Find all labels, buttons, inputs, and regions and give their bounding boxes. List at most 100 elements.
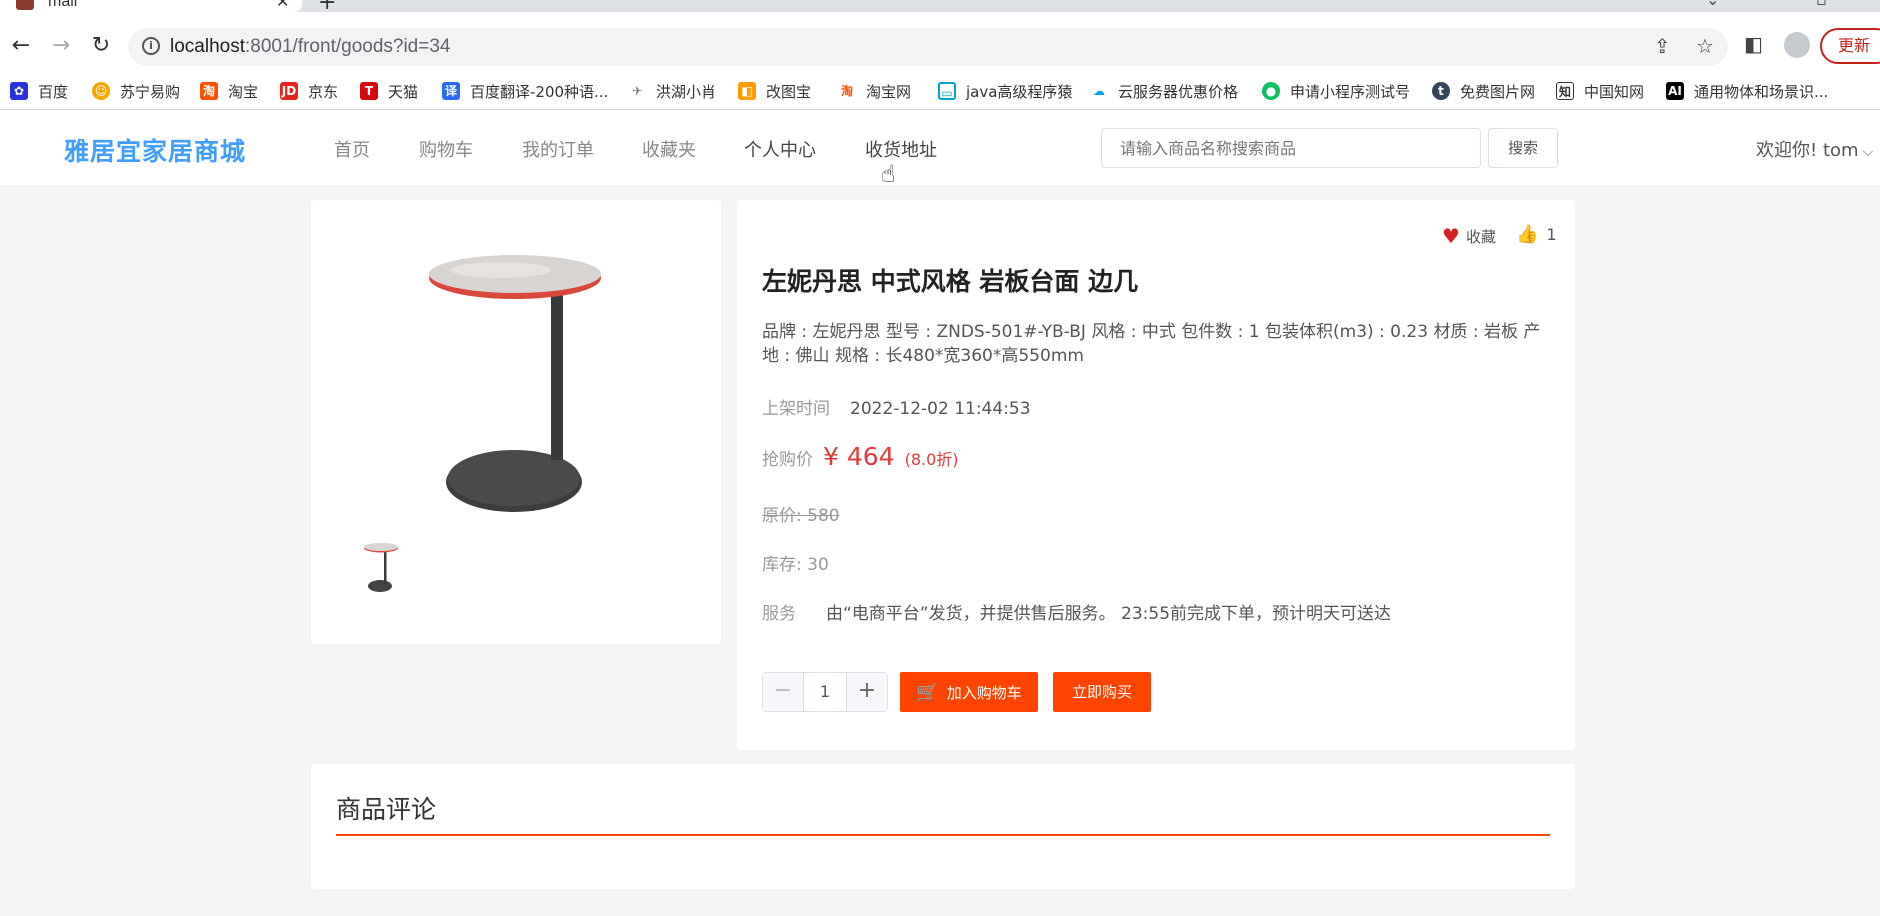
bookmark-label: 通用物体和场景识... [1694, 82, 1829, 101]
discount-badge: (8.0折) [904, 450, 959, 469]
bookmark-label: 百度 [38, 82, 69, 101]
nav-my-orders[interactable]: 我的订单 [522, 136, 594, 162]
bookmark-item[interactable]: ☺ 苏宁易购 [92, 78, 180, 104]
address-url[interactable]: localhost:8001/front/goods?id=34 [170, 36, 450, 58]
tumblr-icon: t [1432, 82, 1450, 100]
reload-icon[interactable]: ↻ [84, 28, 118, 62]
address-bar[interactable]: i localhost:8001/front/goods?id=34 ⇪ ☆ [128, 28, 1728, 66]
bookmark-item[interactable]: 知中国知网 [1556, 78, 1644, 104]
favorite-label: 收藏 [1465, 227, 1496, 246]
stock-label: 库存: [762, 555, 802, 575]
taobao-net-icon: 淘 [838, 82, 856, 100]
tab-favicon-icon [16, 0, 34, 10]
bookmark-item[interactable]: AI 通用物体和场景识... [1666, 78, 1828, 104]
product-main-image [429, 255, 601, 512]
cloud-icon: ☁ [1090, 82, 1108, 100]
bookmark-label: 云服务器优惠价格 [1118, 82, 1239, 101]
product-description: 品牌 : 左妮丹思 型号 : ZNDS-501#-YB-BJ 风格 : 中式 包… [762, 322, 1541, 366]
bookmark-item[interactable]: 淘淘宝网 [838, 78, 911, 104]
tab-search-icon[interactable]: ⌄ [1706, 0, 1719, 9]
bilibili-icon: ▭ [938, 82, 956, 100]
bird-icon: ✈ [628, 82, 646, 100]
browser-toolbar: ← → ↻ i localhost:8001/front/goods?id=34… [0, 12, 1880, 80]
back-icon[interactable]: ← [4, 28, 38, 62]
reviews-divider [336, 834, 1550, 836]
reviews-panel: 商品评论 [311, 764, 1575, 889]
bookmark-item[interactable]: ▭ java高级程序猿 [938, 78, 1072, 104]
service-label: 服务 [762, 604, 796, 624]
username: tom [1822, 140, 1859, 161]
bookmark-item[interactable]: JD 京东 [280, 78, 338, 104]
product-title: 左妮丹思 中式风格 岩板台面 边几 [762, 267, 1139, 296]
browser-tab[interactable]: mall ✕ [0, 0, 302, 12]
nav-favorites[interactable]: 收藏夹 [642, 136, 696, 162]
url-path: :8001/front/goods?id=34 [245, 36, 451, 57]
favorite-button[interactable]: ♥ 收藏 [1442, 224, 1496, 248]
bookmark-item[interactable]: ✿ 百度 [10, 78, 68, 104]
user-menu[interactable]: 欢迎你! tom ⌵ [1756, 136, 1873, 162]
increase-quantity-button[interactable]: + [847, 673, 887, 711]
price-value: ¥ 464 [823, 442, 895, 471]
product-info-panel: ♥ 收藏 👍 1 左妮丹思 中式风格 岩板台面 边几 品牌 : 左妮丹思 型号 : … [737, 200, 1575, 750]
price-label: 抢购价 [762, 450, 813, 470]
bookmarks-bar: ✿ 百度 ☺ 苏宁易购 淘淘宝 JD 京东 T 天猫 译百度翻译-200种语... ✈ 洪… [0, 74, 1880, 110]
like-button[interactable]: 👍 1 [1516, 224, 1557, 245]
bookmark-item[interactable]: 译百度翻译-200种语... [442, 78, 608, 104]
quantity-stepper: − 1 + [762, 672, 888, 712]
listed-time-label: 上架时间 [762, 399, 830, 419]
search-button[interactable]: 搜索 [1488, 128, 1558, 168]
profile-avatar[interactable] [1784, 32, 1810, 58]
bookmark-item[interactable]: ✈ 洪湖小肖 [628, 78, 716, 104]
decrease-quantity-button[interactable]: − [763, 673, 803, 711]
ai-icon: AI [1666, 82, 1684, 100]
share-icon[interactable]: ⇪ [1654, 34, 1671, 58]
welcome-text: 欢迎你! [1756, 140, 1818, 161]
add-to-cart-button[interactable]: 🛒 加入购物车 [900, 672, 1038, 712]
original-price-row: 原价: 580 [762, 501, 840, 526]
quantity-input[interactable]: 1 [803, 673, 847, 711]
nav-home[interactable]: 首页 [334, 136, 370, 162]
bookmark-label: 百度翻译-200种语... [470, 82, 609, 101]
like-count: 1 [1546, 225, 1557, 244]
bookmark-label: java高级程序猿 [966, 82, 1073, 101]
search-input[interactable] [1101, 128, 1481, 168]
bookmark-item[interactable]: ☁ 云服务器优惠价格 [1090, 78, 1238, 104]
site-logo[interactable]: 雅居宜家居商城 [64, 132, 246, 168]
add-to-cart-label: 加入购物车 [946, 683, 1022, 702]
side-panel-icon[interactable]: ◧ [1744, 32, 1763, 56]
bookmark-item[interactable]: ● 申请小程序测试号 [1262, 78, 1410, 104]
bookmark-item[interactable]: t 免费图片网 [1432, 78, 1535, 104]
bookmark-star-icon[interactable]: ☆ [1696, 34, 1714, 58]
thumbs-up-icon: 👍 [1516, 224, 1539, 245]
tab-title: mall [48, 0, 78, 10]
listed-time-value: 2022-12-02 11:44:53 [850, 399, 1031, 419]
original-price-label: 原价: [762, 506, 802, 526]
bookmark-label: 天猫 [388, 82, 419, 101]
shopping-cart-icon: 🛒 [916, 681, 939, 703]
product-thumbnail[interactable] [356, 536, 406, 596]
price-row: 抢购价 ¥ 464 (8.0折) [762, 442, 959, 471]
restore-window-icon[interactable]: ▫ [1816, 0, 1827, 9]
jd-icon: JD [280, 82, 298, 100]
nav-cart[interactable]: 购物车 [419, 136, 473, 162]
buy-now-button[interactable]: 立即购买 [1053, 672, 1151, 712]
bookmark-item[interactable]: T 天猫 [360, 78, 418, 104]
bookmark-label: 淘宝 [228, 82, 259, 101]
service-value: 由“电商平台”发货，并提供售后服务。 23:55前完成下单，预计明天可送达 [826, 604, 1392, 624]
nav-address[interactable]: 收货地址 [865, 136, 937, 162]
bookmark-item[interactable]: ◧ 改图宝 [738, 78, 811, 104]
product-image-panel [311, 200, 721, 644]
tmall-icon: T [360, 82, 378, 100]
site-info-icon[interactable]: i [142, 37, 160, 55]
forward-icon[interactable]: → [44, 28, 78, 62]
bookmark-item[interactable]: 淘淘宝 [200, 78, 258, 104]
mouse-pointer-icon: ☝ [881, 160, 896, 188]
nav-user-center[interactable]: 个人中心 [744, 136, 816, 162]
service-row: 服务 由“电商平台”发货，并提供售后服务。 23:55前完成下单，预计明天可送达 [762, 599, 1391, 624]
update-button[interactable]: 更新 [1820, 28, 1880, 64]
bookmark-label: 申请小程序测试号 [1290, 82, 1411, 101]
baidu-translate-icon: 译 [442, 82, 460, 100]
wechat-icon: ● [1262, 82, 1280, 100]
tab-close-icon[interactable]: ✕ [276, 0, 289, 11]
chevron-down-icon: ⌵ [1862, 144, 1874, 160]
